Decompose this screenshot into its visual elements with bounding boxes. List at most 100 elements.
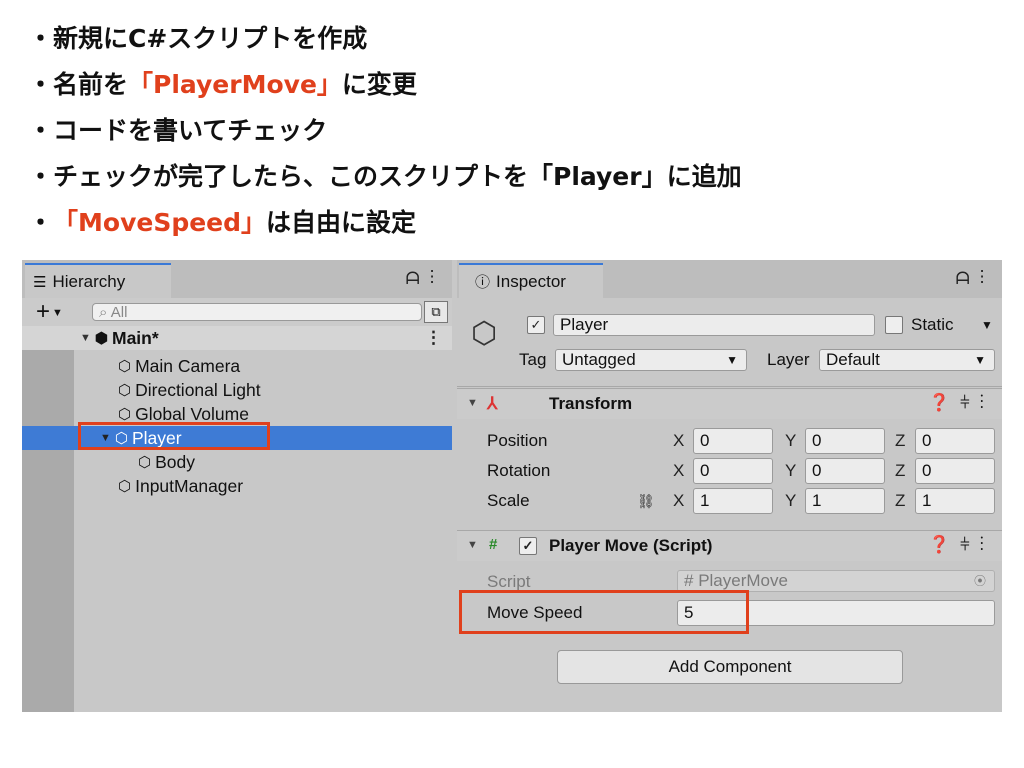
hierarchy-item-inputmanager[interactable]: ⬡ InputManager [22, 474, 452, 498]
bullet-text: ・新規にC#スクリプトを作成 [28, 24, 368, 53]
hierarchy-panel: ☰ Hierarchy ᗩ⋮ + ▼ ⌕ All ⧉ ▼ ⬢ Main* ⋮ ⬡… [22, 260, 452, 712]
scale-x-field[interactable]: 1 [693, 488, 773, 514]
active-checkbox[interactable]: ✓ [527, 316, 545, 334]
kebab-menu-icon[interactable]: ⋮ [980, 535, 994, 554]
transform-axes-icon: ⅄ [487, 394, 498, 413]
scene-name: Main* [112, 327, 159, 348]
scene-row[interactable]: ▼ ⬢ Main* ⋮ [22, 326, 452, 350]
bullet-highlight: 「PlayerMove」 [128, 70, 342, 99]
bullet-item: ・新規にC#スクリプトを作成 [28, 14, 742, 60]
script-reference-field: # PlayerMove ⦿ [677, 570, 995, 592]
transform-header[interactable]: ▼ ⅄ Transform ❓⫩⋮ [457, 388, 1002, 419]
scale-label: Scale [487, 491, 530, 510]
constrain-proportions-icon[interactable]: ⛓ [637, 489, 655, 513]
bullet-list: ・新規にC#スクリプトを作成 ・名前を 「PlayerMove」 に変更 ・コードを… [28, 14, 742, 244]
bullet-item: ・「MoveSpeed」 は自由に設定 [28, 198, 742, 244]
position-z-field[interactable]: 0 [915, 428, 995, 454]
axis-y-label: Y [785, 461, 797, 480]
bullet-text-suffix: は自由に設定 [266, 208, 417, 237]
static-label: Static [911, 315, 954, 334]
help-icon[interactable]: ❓ [929, 393, 960, 412]
position-x-field[interactable]: 0 [693, 428, 773, 454]
axis-z-label: Z [895, 431, 906, 450]
object-picker-icon[interactable]: ⦿ [974, 571, 986, 591]
lock-icon[interactable]: ᗩ [406, 269, 430, 288]
inspector-tab-tools: ᗩ⋮ [956, 269, 994, 289]
axis-y-label: Y [785, 431, 797, 450]
object-name-field[interactable]: Player [553, 314, 875, 336]
inspector-tabbar: ⓘ Inspector ᗩ⋮ [457, 260, 1002, 298]
bullet-highlight: 「MoveSpeed」 [53, 208, 267, 237]
scale-z-field[interactable]: 1 [915, 488, 995, 514]
search-input[interactable]: ⌕ All [92, 303, 422, 321]
kebab-menu-icon[interactable]: ⋮ [430, 269, 444, 288]
tab-hierarchy[interactable]: ☰ Hierarchy [25, 263, 171, 298]
player-highlight-box [78, 422, 270, 450]
tab-inspector[interactable]: ⓘ Inspector [459, 263, 603, 298]
tab-label: Inspector [496, 271, 566, 291]
list-icon: ☰ [33, 273, 47, 291]
settings-sliders-icon[interactable]: ⫩ [960, 535, 980, 554]
settings-sliders-icon[interactable]: ⫩ [960, 393, 980, 412]
gameobject-cube-icon: ⬡ [118, 382, 132, 399]
hierarchy-item-label: Main Camera [135, 355, 241, 376]
hierarchy-item-body[interactable]: ⬡ Body [22, 450, 452, 474]
transform-title: Transform [549, 394, 633, 413]
static-dropdown-icon[interactable]: ▼ [981, 314, 993, 336]
kebab-menu-icon[interactable]: ⋮ [980, 393, 994, 412]
hierarchy-item-label: Body [155, 451, 195, 472]
chevron-down-icon: ▼ [726, 353, 738, 367]
static-checkbox[interactable] [885, 316, 903, 334]
hierarchy-tabbar: ☰ Hierarchy ᗩ⋮ [22, 260, 452, 298]
scale-y-field[interactable]: 1 [805, 488, 885, 514]
expand-arrow-icon[interactable]: ▼ [80, 332, 91, 344]
player-move-title: Player Move (Script) [549, 536, 713, 555]
gameobject-cube-icon: ⬡ [138, 454, 152, 471]
scene-picker-icon[interactable]: ⧉ [424, 301, 448, 323]
info-icon: ⓘ [475, 274, 491, 291]
lock-icon[interactable]: ᗩ [956, 269, 980, 288]
rotation-label: Rotation [487, 461, 551, 480]
hierarchy-item-main-camera[interactable]: ⬡ Main Camera [22, 354, 452, 378]
bullet-item: ・コードを書いてチェック [28, 106, 742, 152]
kebab-menu-icon[interactable]: ⋮ [980, 269, 994, 288]
gameobject-cube-icon: ⬡ [118, 478, 132, 495]
gameobject-header: ⬡ ✓ Player Static ▼ Tag Untagged ▼ Layer … [457, 298, 1002, 387]
component-tools: ❓⫩⋮ [929, 393, 994, 413]
hierarchy-toolbar: + ▼ ⌕ All ⧉ [22, 298, 452, 326]
search-placeholder: All [110, 304, 128, 321]
collapse-arrow-icon[interactable]: ▼ [467, 397, 478, 409]
axis-x-label: X [673, 431, 685, 450]
unity-editor: ☰ Hierarchy ᗩ⋮ + ▼ ⌕ All ⧉ ▼ ⬢ Main* ⋮ ⬡… [22, 260, 1002, 712]
create-button[interactable]: + ▼ [36, 298, 63, 327]
layer-dropdown[interactable]: Default ▼ [819, 349, 995, 371]
rotation-y-field[interactable]: 0 [805, 458, 885, 484]
help-icon[interactable]: ❓ [929, 535, 960, 554]
position-label: Position [487, 431, 548, 450]
chevron-down-icon: ▼ [974, 353, 986, 367]
collapse-arrow-icon[interactable]: ▼ [467, 539, 478, 551]
script-hash-icon: # [684, 571, 699, 590]
player-move-header[interactable]: ▼ # ✓ Player Move (Script) ❓⫩⋮ [457, 530, 1002, 561]
component-enabled-checkbox[interactable]: ✓ [519, 537, 537, 555]
script-hash-icon: # [489, 536, 498, 553]
dropdown-arrow-icon: ▼ [52, 306, 63, 319]
hierarchy-item-label: Directional Light [135, 379, 261, 400]
component-tools: ❓⫩⋮ [929, 535, 994, 555]
inspector-panel: ⓘ Inspector ᗩ⋮ ⬡ ✓ Player Static ▼ Tag U… [457, 260, 1002, 712]
bullet-text: ・名前を [28, 70, 129, 99]
hierarchy-item-label: InputManager [135, 475, 244, 496]
bullet-text: ・チェックが完了したら、このスクリプトを「Player」に追加 [28, 162, 742, 191]
position-y-field[interactable]: 0 [805, 428, 885, 454]
layer-label: Layer [767, 350, 810, 369]
hierarchy-item-directional-light[interactable]: ⬡ Directional Light [22, 378, 452, 402]
gameobject-cube-icon: ⬡ [118, 406, 132, 423]
add-component-button[interactable]: Add Component [557, 650, 903, 684]
rotation-x-field[interactable]: 0 [693, 458, 773, 484]
axis-z-label: Z [895, 491, 906, 510]
rotation-z-field[interactable]: 0 [915, 458, 995, 484]
tag-label: Tag [519, 350, 547, 369]
tag-dropdown[interactable]: Untagged ▼ [555, 349, 747, 371]
tag-value: Untagged [562, 350, 636, 369]
kebab-menu-icon[interactable]: ⋮ [425, 328, 442, 348]
